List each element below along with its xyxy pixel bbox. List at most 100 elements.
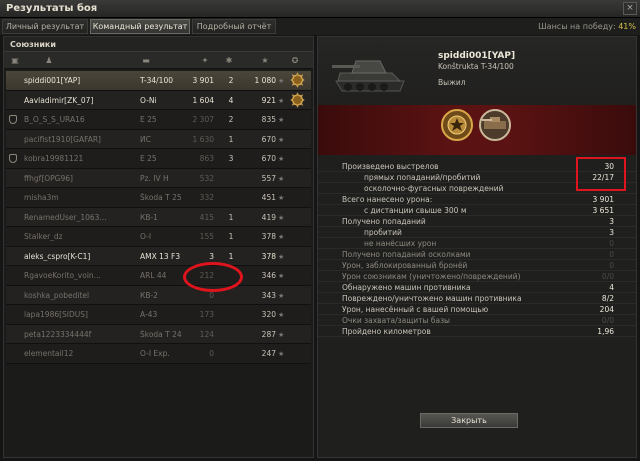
victory-chance-value: 41% xyxy=(618,22,636,31)
tab-team-result[interactable]: Командный результат xyxy=(90,19,190,34)
close-icon[interactable]: × xyxy=(623,2,637,15)
mastery-badge-icon[interactable] xyxy=(478,107,512,143)
xp-cell: 670 xyxy=(261,134,276,144)
xp-column-icon[interactable]: ★ xyxy=(260,56,270,65)
victory-chance-label: Шансы на победу: xyxy=(538,22,616,31)
frags-cell: 1 xyxy=(228,212,234,222)
table-row[interactable]: misha3m Škoda T 25 332 451 ★ xyxy=(6,188,311,208)
stat-row: Очки захвата/защиты базы 0/0 xyxy=(318,315,636,326)
stat-value: 0/0 xyxy=(601,316,614,325)
stat-row: Получено попаданий 3 xyxy=(318,216,636,227)
player-name-cell[interactable]: spiddi001[YAP] xyxy=(24,76,124,85)
window-title: Результаты боя xyxy=(6,3,98,14)
table-row[interactable]: spiddi001[YAP] T-34/100 3 901 2 1 080 ★ xyxy=(6,71,311,91)
xp-star-icon: ★ xyxy=(278,155,285,163)
xp-star-icon: ★ xyxy=(278,135,285,144)
xp-cell: 378 xyxy=(261,232,276,241)
player-name-cell[interactable]: RgavoeKorito_voin... xyxy=(24,271,124,280)
frags-cell: 4 xyxy=(228,95,234,105)
player-name-cell[interactable]: Aavladimir[ZK_07] xyxy=(24,96,124,105)
player-status: Выжил xyxy=(438,78,466,87)
stat-row: Урон союзникам (уничтожено/повреждений) 0… xyxy=(318,271,636,282)
xp-star-icon: ★ xyxy=(278,252,285,261)
stat-label: Урон, нанесённый с вашей помощью xyxy=(342,305,489,314)
frags-column-icon[interactable]: ✱ xyxy=(224,56,234,65)
window-titlebar: Результаты боя × xyxy=(0,0,640,18)
stat-row: Повреждено/уничтожено машин противника 8/… xyxy=(318,293,636,304)
damage-cell: 0 xyxy=(209,349,214,358)
stat-row: не нанёсших урон 0 xyxy=(318,238,636,249)
table-row[interactable]: kobra19981121 E 25 863 3 670 ★ xyxy=(6,149,311,169)
xp-star-icon: ★ xyxy=(278,272,285,280)
medal-icon[interactable] xyxy=(290,91,305,109)
team-heading: Союзники xyxy=(4,37,313,51)
xp-cell: 1 080 xyxy=(254,76,276,85)
damage-column-icon[interactable]: ✦ xyxy=(200,56,210,65)
player-name-cell[interactable]: B_O_S_S_URA16 xyxy=(24,115,124,124)
player-name-cell[interactable]: RenamedUser_1063... xyxy=(24,213,124,222)
damage-cell: 332 xyxy=(199,193,214,202)
medals-column-icon[interactable]: ✪ xyxy=(290,56,300,65)
medal-icon[interactable] xyxy=(290,72,305,89)
table-row[interactable]: RgavoeKorito_voin... ARL 44 212 346 ★ xyxy=(6,266,311,286)
highlight-box xyxy=(576,157,626,191)
stat-value: 0/0 xyxy=(601,272,614,281)
achievement-medal-icon[interactable] xyxy=(440,107,474,143)
player-name-cell[interactable]: Stalker_dz xyxy=(24,232,124,241)
xp-star-icon: ★ xyxy=(278,350,285,358)
xp-cell: 835 xyxy=(261,115,276,124)
team-player-list: spiddi001[YAP] T-34/100 3 901 2 1 080 ★ Aavlad… xyxy=(6,71,311,364)
damage-cell: 3 xyxy=(209,251,214,261)
table-row[interactable]: pacifist1910[GAFAR] ИС 1 630 1 670 ★ xyxy=(6,129,311,149)
table-row[interactable]: B_O_S_S_URA16 E 25 2 307 2 835 ★ xyxy=(6,110,311,130)
stat-value: 0 xyxy=(609,239,614,248)
stat-value: 1,96 xyxy=(597,327,614,336)
player-name-cell[interactable]: elementail12 xyxy=(24,349,124,358)
player-name-cell[interactable]: aleks_cspro[K-C1] xyxy=(24,252,124,261)
stat-row: пробитий 3 xyxy=(318,227,636,238)
table-row[interactable]: peta1223334444f Škoda T 24 124 287 ★ xyxy=(6,324,311,344)
player-name-cell[interactable]: misha3m xyxy=(24,193,124,202)
damage-cell: 415 xyxy=(199,212,214,222)
xp-star-icon: ★ xyxy=(278,194,285,202)
table-row[interactable]: RenamedUser_1063... КВ-1 415 1 419 ★ xyxy=(6,207,311,227)
table-row[interactable]: Aavladimir[ZK_07] O-Ni 1 604 4 921 ★ xyxy=(6,90,311,110)
xp-cell: 247 xyxy=(261,349,276,358)
squad-column-icon[interactable]: ▣ xyxy=(10,56,20,65)
stat-value: 204 xyxy=(599,305,614,314)
player-name-cell[interactable]: kobra19981121 xyxy=(24,154,124,163)
table-row[interactable]: lapa1986[SIDUS] A-43 173 320 ★ xyxy=(6,305,311,325)
table-row[interactable]: elementail12 O-I Exp. 0 247 ★ xyxy=(6,344,311,364)
tab-detailed-report[interactable]: Подробный отчёт xyxy=(192,19,276,34)
damage-cell: 2 307 xyxy=(192,115,214,124)
player-name-cell[interactable]: peta1223334444f xyxy=(24,330,124,339)
tank-column-icon[interactable]: ▬ xyxy=(136,56,156,65)
xp-star-icon: ★ xyxy=(278,291,285,300)
damage-cell: 155 xyxy=(199,232,214,241)
stat-label: Получено попаданий осколками xyxy=(342,250,471,259)
xp-cell: 419 xyxy=(261,212,276,222)
stat-row: Пройдено километров 1,96 xyxy=(318,326,636,337)
stat-label: пробитий xyxy=(364,228,402,237)
tab-bar: Личный результат Командный результат Под… xyxy=(0,18,640,35)
xp-cell: 670 xyxy=(261,154,276,163)
table-row[interactable]: koshka_pobeditel КВ-2 0 343 ★ xyxy=(6,285,311,305)
stat-value: 8/2 xyxy=(601,294,614,303)
player-column-icon[interactable]: ♟ xyxy=(44,56,54,65)
player-name-cell[interactable]: lapa1986[SIDUS] xyxy=(24,310,124,319)
player-name-cell[interactable]: pacifist1910[GAFAR] xyxy=(24,135,124,144)
table-row[interactable]: aleks_cspro[K-C1] AMX 13 F3 3 1 378 ★ xyxy=(6,246,311,266)
tab-personal-result[interactable]: Личный результат xyxy=(2,19,88,34)
close-button[interactable]: Закрыть xyxy=(420,413,518,428)
stat-value: 0 xyxy=(609,261,614,270)
table-row[interactable]: ffhgf[OPG96] Pz. IV H 532 557 ★ xyxy=(6,168,311,188)
xp-cell: 346 xyxy=(261,271,276,280)
player-name-cell[interactable]: ffhgf[OPG96] xyxy=(24,174,124,183)
xp-cell: 921 xyxy=(261,95,276,105)
damage-cell: 173 xyxy=(199,310,214,319)
xp-star-icon: ★ xyxy=(278,116,285,124)
player-name-cell[interactable]: koshka_pobeditel xyxy=(24,291,124,300)
table-row[interactable]: Stalker_dz O-I 155 1 378 ★ xyxy=(6,227,311,247)
player-banner: spiddi001[YAP] Konštrukta T-34/100 Выжил xyxy=(318,37,636,155)
stat-label: Очки захвата/защиты базы xyxy=(342,316,450,325)
